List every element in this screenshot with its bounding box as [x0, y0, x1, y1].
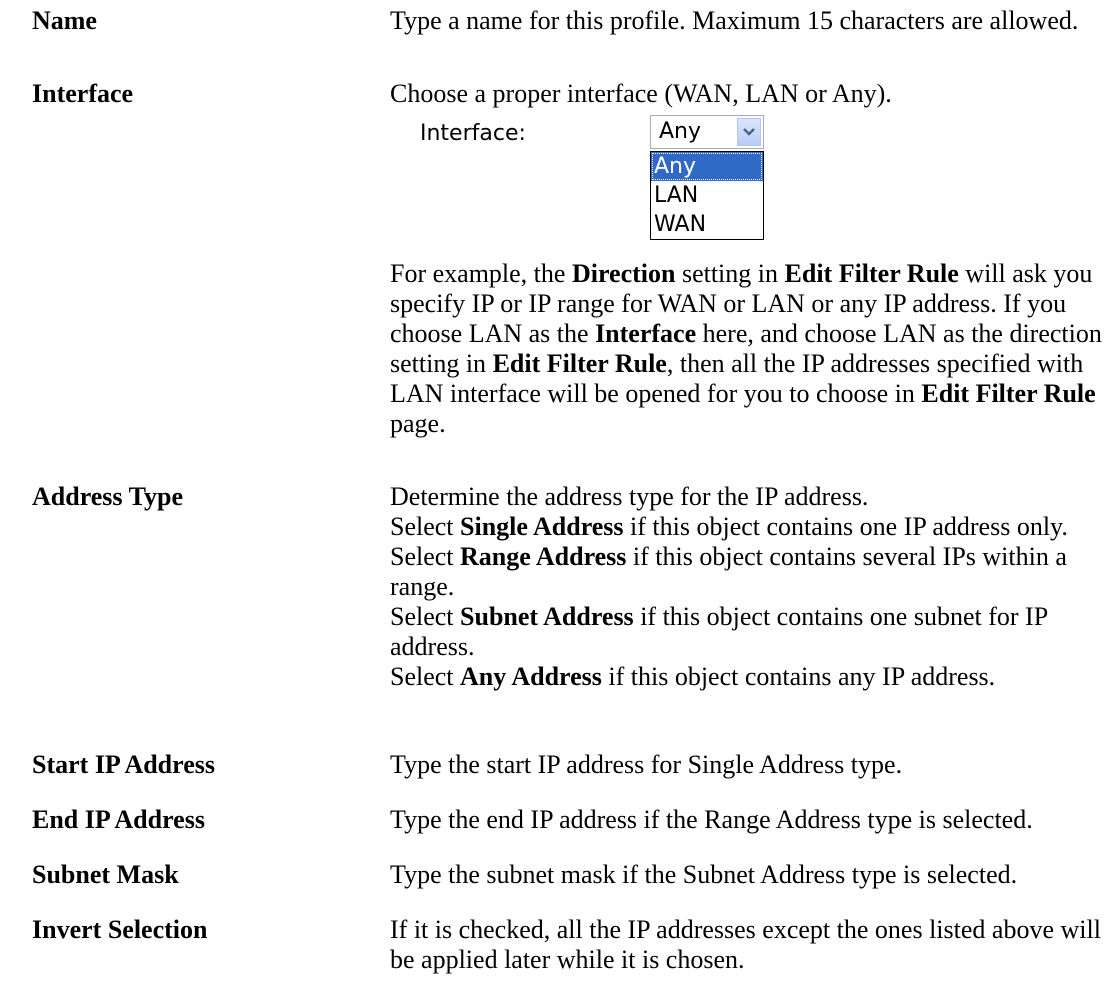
chevron-down-icon[interactable] — [737, 118, 761, 146]
interface-option-lan[interactable]: LAN — [651, 181, 763, 210]
line-pre: Select — [390, 542, 461, 571]
example-b2: Edit Filter Rule — [784, 259, 959, 288]
desc-interface-text: Choose a proper interface (WAN, LAN or A… — [390, 79, 892, 108]
term-end-ip: End IP Address — [32, 805, 205, 834]
line-bold: Subnet Address — [460, 602, 634, 631]
term-interface: Interface — [32, 79, 134, 108]
address-type-any: Select Any Address if this object contai… — [390, 662, 1102, 692]
desc-name: Type a name for this profile. Maximum 15… — [390, 6, 1102, 36]
line-pre: Select — [390, 512, 461, 541]
desc-subnet-mask: Type the subnet mask if the Subnet Addre… — [390, 860, 1102, 890]
desc-end-ip: Type the end IP address if the Range Add… — [390, 805, 1102, 835]
term-subnet-mask: Subnet Mask — [32, 860, 179, 889]
address-type-range: Select Range Address if this object cont… — [390, 542, 1102, 602]
address-type-subnet: Select Subnet Address if this object con… — [390, 602, 1102, 662]
desc-end-ip-text: Type the end IP address if the Range Add… — [390, 805, 1033, 834]
term-name: Name — [32, 6, 97, 35]
desc-invert-selection-text: If it is checked, all the IP addresses e… — [390, 915, 1101, 974]
example-t2: setting in — [675, 259, 785, 288]
example-t6: page. — [390, 409, 446, 438]
interface-options-list: Any LAN WAN — [650, 151, 764, 240]
line-bold: Range Address — [460, 542, 627, 571]
line-bold: Single Address — [460, 512, 624, 541]
example-b4: Edit Filter Rule — [492, 349, 667, 378]
line-post: if this object contains one IP address o… — [623, 512, 1068, 541]
line-bold: Any Address — [460, 662, 602, 691]
example-b1: Direction — [571, 259, 676, 288]
desc-address-type: Determine the address type for the IP ad… — [390, 482, 1102, 692]
address-type-single: Select Single Address if this object con… — [390, 512, 1102, 542]
desc-name-text: Type a name for this profile. Maximum 15… — [390, 6, 1079, 35]
line-pre: Select — [390, 602, 461, 631]
term-start-ip: Start IP Address — [32, 750, 215, 779]
interface-option-any[interactable]: Any — [651, 152, 763, 181]
line-pre: Select — [390, 662, 461, 691]
interface-select-demo: Interface: Any Any LAN WAN — [390, 109, 1102, 259]
interface-select-value: Any — [659, 119, 702, 144]
interface-select[interactable]: Any — [650, 115, 764, 149]
line-post: if this object contains any IP address. — [601, 662, 996, 691]
interface-select-label: Interface: — [420, 121, 526, 146]
term-invert-selection: Invert Selection — [32, 915, 208, 944]
example-b3: Interface — [595, 319, 697, 348]
example-b5: Edit Filter Rule — [921, 379, 1096, 408]
desc-start-ip: Type the start IP address for Single Add… — [390, 750, 1102, 780]
desc-invert-selection: If it is checked, all the IP addresses e… — [390, 915, 1102, 975]
desc-address-type-text: Determine the address type for the IP ad… — [390, 482, 869, 511]
desc-interface: Choose a proper interface (WAN, LAN or A… — [390, 79, 1102, 439]
term-address-type: Address Type — [32, 482, 183, 511]
interface-example-text: For example, the Direction setting in Ed… — [390, 259, 1102, 439]
example-t1: For example, the — [390, 259, 572, 288]
desc-start-ip-text: Type the start IP address for Single Add… — [390, 750, 903, 779]
desc-subnet-mask-text: Type the subnet mask if the Subnet Addre… — [390, 860, 1018, 889]
interface-option-wan[interactable]: WAN — [651, 210, 763, 239]
